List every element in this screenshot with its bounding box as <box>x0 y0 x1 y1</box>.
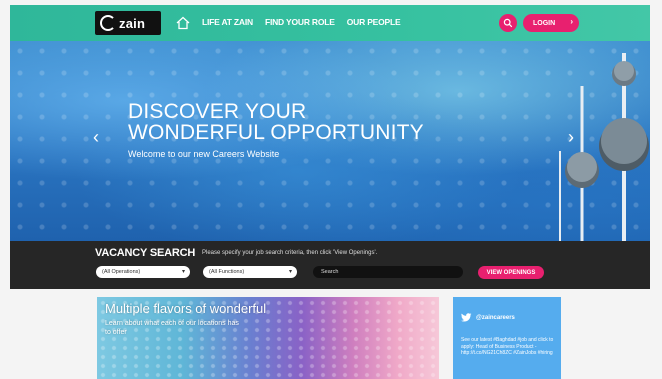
hero-subtitle: Welcome to our new Careers Website <box>128 149 280 159</box>
operations-select-value: (All Operations) <box>102 269 141 275</box>
search-icon <box>503 18 513 28</box>
carousel-prev-icon[interactable]: ‹ <box>93 127 99 148</box>
hero-title-line-2: WONDERFUL OPPORTUNITY <box>128 121 424 144</box>
functions-select[interactable]: (All Functions) ▾ <box>203 266 297 278</box>
logo-text: zain <box>119 15 146 31</box>
careers-page: zain LIFE AT ZAIN FIND YOUR ROLE OUR PEO… <box>0 0 662 379</box>
functions-select-value: (All Functions) <box>209 269 245 275</box>
chevron-right-icon: › <box>570 17 573 26</box>
nav-life-at-zain[interactable]: LIFE AT ZAIN <box>202 17 253 27</box>
vacancy-search-hint: Please specify your job search criteria,… <box>202 250 378 256</box>
main-nav: LIFE AT ZAIN FIND YOUR ROLE OUR PEOPLE <box>202 17 401 27</box>
hero-banner: DISCOVER YOUR WONDERFUL OPPORTUNITY Welc… <box>10 41 650 241</box>
zain-swirl-icon <box>100 15 116 31</box>
twitter-handle[interactable]: @zaincareers <box>476 315 515 321</box>
top-nav-bar: zain LIFE AT ZAIN FIND YOUR ROLE OUR PEO… <box>10 5 650 41</box>
hero-title-line-1: DISCOVER YOUR <box>128 100 307 123</box>
hero-title: DISCOVER YOUR WONDERFUL OPPORTUNITY <box>128 101 424 143</box>
zain-logo[interactable]: zain <box>95 11 161 35</box>
nav-find-your-role[interactable]: FIND YOUR ROLE <box>265 17 335 27</box>
operations-select[interactable]: (All Operations) ▾ <box>96 266 190 278</box>
promo-title: Multiple flavors of wonderful <box>105 301 267 316</box>
twitter-bird-icon <box>461 313 472 322</box>
flavors-promo-tile[interactable]: Multiple flavors of wonderful Learn abou… <box>97 297 439 379</box>
chevron-down-icon: ▾ <box>288 269 292 275</box>
vacancy-search-title: VACANCY SEARCH <box>95 247 196 259</box>
kuwait-towers-image <box>559 53 649 241</box>
login-button[interactable]: LOGIN › <box>523 14 579 32</box>
job-search-placeholder: Search <box>321 269 339 275</box>
vacancy-search-bar: VACANCY SEARCH Please specify your job s… <box>10 241 650 289</box>
search-button[interactable] <box>499 14 517 32</box>
twitter-feed-tile[interactable]: @zaincareers See our latest #Baghdad #jo… <box>453 297 561 379</box>
twitter-header: @zaincareers <box>461 313 515 322</box>
nav-our-people[interactable]: OUR PEOPLE <box>347 17 401 27</box>
promo-subtitle: Learn about what each of our locations h… <box>105 320 239 336</box>
login-label: LOGIN <box>533 19 556 27</box>
view-openings-button[interactable]: VIEW OPENINGS <box>478 266 544 279</box>
carousel-next-icon[interactable]: › <box>568 127 574 148</box>
job-search-input[interactable]: Search <box>313 266 463 278</box>
home-icon[interactable] <box>175 15 191 31</box>
chevron-down-icon: ▾ <box>181 269 185 275</box>
tweet-text: See our latest #Baghdad #job and click t… <box>461 337 554 356</box>
